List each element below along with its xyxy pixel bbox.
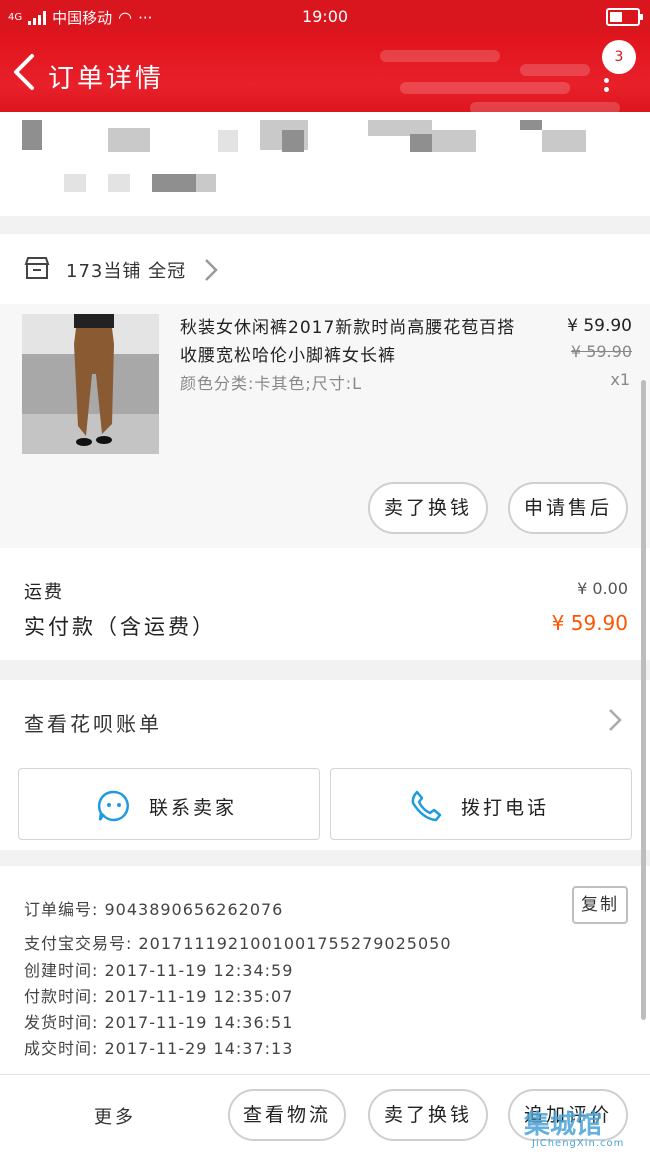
menu-badge-button[interactable]: 3 (602, 40, 636, 74)
created-time: 创建时间: 2017-11-19 12:34:59 (24, 961, 294, 980)
address-section[interactable] (0, 120, 650, 216)
page-title: 订单详情 (48, 64, 165, 94)
more-menu-icon[interactable] (604, 78, 610, 96)
status-bar: 4G 中国移动 ◠ ··· 19:00 (0, 0, 650, 34)
order-number: 订单编号: 9043890656262076 (24, 900, 284, 919)
more-button[interactable]: 更多 (94, 1103, 136, 1129)
sell-for-cash-button[interactable]: 卖了换钱 (368, 1089, 488, 1141)
huabei-section: 查看花呗账单 联系卖家 拨打电话 (0, 680, 650, 850)
product-spec: 颜色分类:卡其色;尺寸:L (180, 374, 363, 393)
contact-seller-button[interactable]: 联系卖家 (18, 768, 320, 840)
back-arrow-icon[interactable] (10, 52, 40, 92)
call-phone-button[interactable]: 拨打电话 (330, 768, 632, 840)
shipping-label: 运费 (24, 582, 64, 603)
shipping-value: ¥ 0.00 (577, 579, 628, 598)
scrollbar[interactable] (641, 380, 646, 1020)
product-title[interactable]: 秋装女休闲裤2017新款时尚高腰花苞百搭收腰宽松哈伦小脚裤女长裤 (180, 314, 520, 370)
completed-time: 成交时间: 2017-11-29 14:37:13 (24, 1039, 294, 1058)
chat-bubble-icon (97, 789, 131, 823)
shop-name: 173当铺 全冠 (66, 261, 187, 282)
totals-section: 运费 ¥ 0.00 实付款（含运费） ¥ 59.90 (0, 548, 650, 660)
call-phone-label: 拨打电话 (461, 797, 550, 819)
shipped-time: 发货时间: 2017-11-19 14:36:51 (24, 1013, 294, 1032)
alipay-trade-number: 支付宝交易号: 2017111921001001755279025050 (24, 934, 452, 953)
battery-icon (606, 8, 643, 26)
product-image[interactable] (22, 314, 159, 454)
product-card[interactable]: 秋装女休闲裤2017新款时尚高腰花苞百搭收腰宽松哈伦小脚裤女长裤 颜色分类:卡其… (0, 304, 650, 548)
shop-icon (24, 256, 50, 280)
view-logistics-button[interactable]: 查看物流 (228, 1089, 346, 1141)
app-header: 订单详情 3 (0, 34, 650, 120)
product-original-price: ¥ 59.90 (570, 342, 632, 361)
product-quantity: x1 (610, 370, 630, 389)
contact-seller-label: 联系卖家 (149, 797, 238, 819)
copy-button[interactable]: 复制 (572, 886, 628, 924)
product-price: ¥ 59.90 (567, 316, 632, 336)
order-info-section: 订单编号: 9043890656262076 复制 支付宝交易号: 201711… (0, 866, 650, 1074)
after-sales-button[interactable]: 申请售后 (508, 482, 628, 534)
chevron-right-icon (204, 258, 218, 282)
huabei-bill-link[interactable]: 查看花呗账单 (24, 708, 162, 737)
sell-for-cash-button[interactable]: 卖了换钱 (368, 482, 488, 534)
chevron-right-icon (608, 708, 622, 732)
watermark: 集城馆 JiChengXin.com (524, 1104, 642, 1152)
phone-icon (409, 789, 443, 823)
paid-time: 付款时间: 2017-11-19 12:35:07 (24, 987, 294, 1006)
shop-row[interactable]: 173当铺 全冠 (0, 234, 650, 304)
status-time: 19:00 (301, 7, 349, 26)
paid-label: 实付款（含运费） (24, 615, 216, 639)
watermark-url: JiChengXin.com (532, 1138, 625, 1149)
watermark-logo: 集城馆 (524, 1110, 603, 1140)
paid-value: ¥ 59.90 (551, 611, 628, 635)
